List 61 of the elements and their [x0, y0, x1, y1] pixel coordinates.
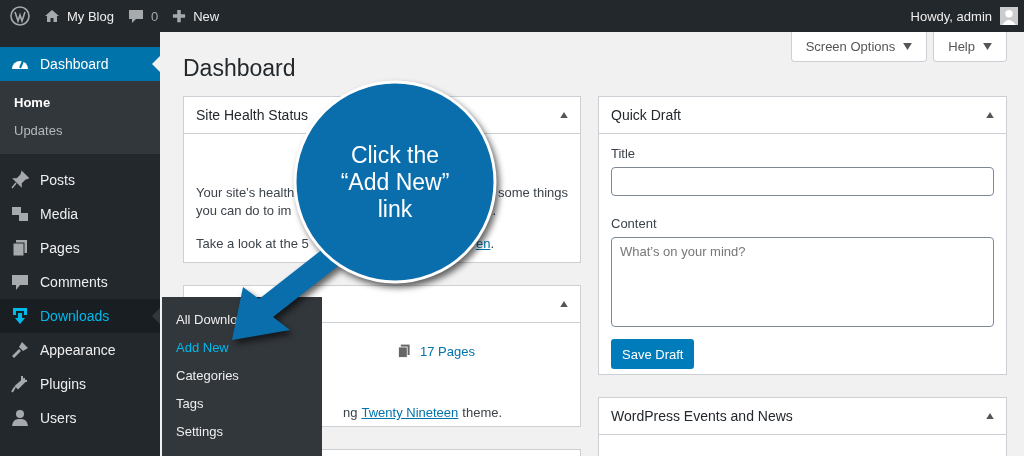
comment-count: 0 — [150, 8, 159, 24]
health-text: Take a look at the 5 — [196, 235, 309, 253]
content-textarea[interactable]: What’s on your mind? — [611, 237, 994, 327]
comment-icon[interactable] — [127, 8, 144, 24]
collapse-icon[interactable] — [986, 112, 994, 118]
caret-icon — [903, 43, 913, 50]
screen-options-button[interactable]: Screen Options — [790, 32, 928, 62]
save-draft-button[interactable]: Save Draft — [611, 339, 695, 369]
media-icon — [10, 204, 30, 224]
download-icon — [10, 306, 30, 326]
flyout-menu-item[interactable]: Add New — [162, 333, 322, 361]
user-icon — [10, 408, 30, 428]
field-label: Content — [611, 216, 658, 231]
menu-item[interactable]: Posts — [0, 163, 160, 197]
plug-icon — [10, 374, 30, 394]
flyout-menu-item[interactable]: Tags — [162, 389, 322, 417]
flyout-menu-item[interactable]: Categories — [162, 361, 322, 389]
submenu-item[interactable]: Home — [0, 88, 160, 116]
theme-text: theme. — [462, 405, 503, 420]
health-text: some things — [497, 185, 568, 200]
callout-text: Click the “Add New” link — [339, 142, 451, 223]
flyout-menu-item[interactable]: Settings — [162, 417, 322, 445]
brush-icon — [10, 340, 30, 360]
caret-icon — [983, 43, 992, 50]
title-input[interactable] — [611, 167, 994, 196]
menu-item[interactable]: Comments — [0, 265, 160, 299]
theme-link[interactable]: Twenty Nineteen — [361, 405, 459, 420]
collapse-icon[interactable] — [986, 413, 994, 419]
pages-icon — [396, 343, 412, 359]
panel-title: Quick Draft — [611, 107, 681, 123]
page-title: Dashboard — [183, 54, 296, 83]
menu-item[interactable]: Appearance — [0, 333, 160, 367]
new-link[interactable]: New — [193, 8, 220, 24]
pushpin-icon — [10, 170, 30, 190]
wordpress-logo-icon[interactable] — [10, 6, 30, 26]
menu-item[interactable]: Dashboard — [0, 47, 160, 81]
collapse-icon[interactable] — [560, 112, 568, 118]
menu-item[interactable]: Plugins — [0, 367, 160, 401]
help-button[interactable]: Help — [933, 32, 1007, 62]
menu-item[interactable]: Users — [0, 401, 160, 435]
health-text: you can do to im — [196, 202, 292, 220]
health-text: . — [492, 203, 496, 218]
panel-title: Site Health Status — [196, 107, 309, 123]
menu-item[interactable]: Downloads — [0, 299, 160, 333]
pages-count-link[interactable]: 17 Pages — [420, 343, 475, 359]
greeting-link[interactable]: Howdy, admin — [910, 8, 992, 24]
panel-title: WordPress Events and News — [611, 408, 793, 424]
site-name-link[interactable]: My Blog — [67, 8, 114, 24]
menu-item[interactable]: Media — [0, 197, 160, 231]
home-icon[interactable] — [44, 8, 60, 24]
health-text: Your site’s health — [196, 184, 295, 202]
pages-icon — [10, 238, 30, 258]
plus-icon[interactable] — [172, 9, 187, 23]
collapse-icon[interactable] — [560, 301, 568, 307]
menu-item[interactable]: Pages — [0, 231, 160, 265]
field-label: Title — [611, 146, 637, 161]
flyout-menu-item[interactable]: All Downlo — [162, 305, 322, 333]
theme-text: ng — [343, 405, 358, 420]
comment-icon — [10, 272, 30, 292]
submenu-item[interactable]: Updates — [0, 116, 160, 144]
health-text: . — [490, 236, 494, 251]
